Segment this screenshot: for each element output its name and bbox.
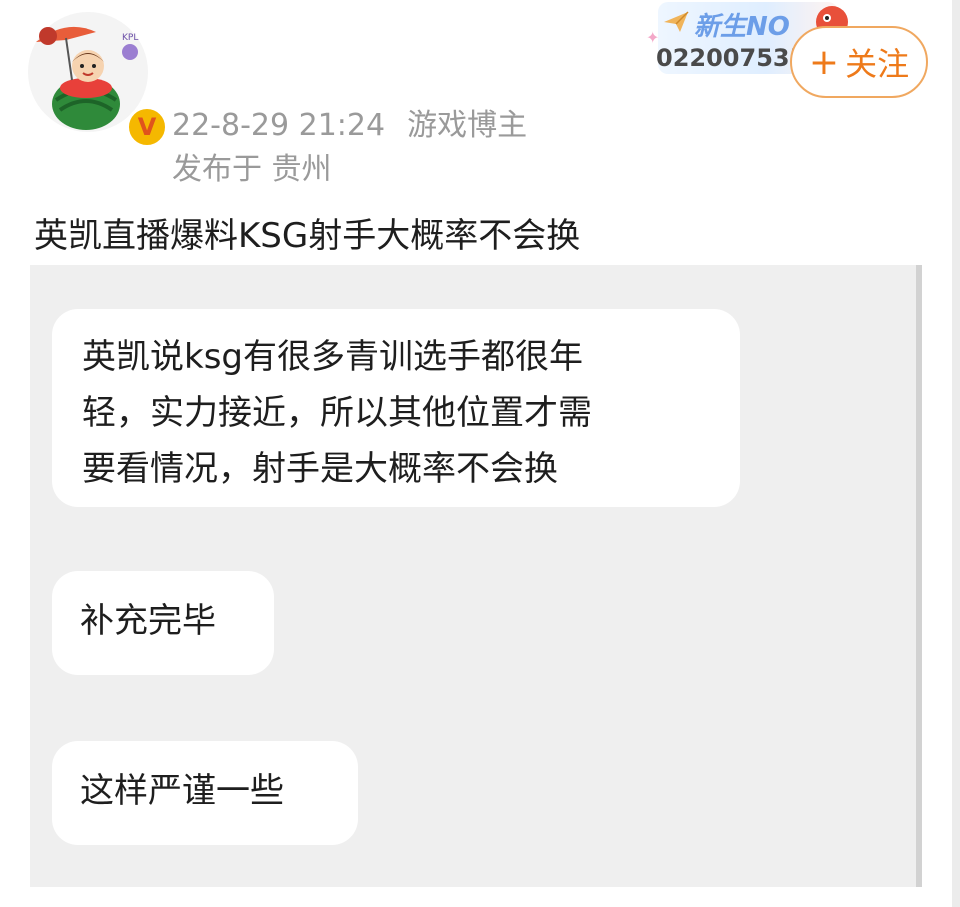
chat-bubble: 这样严谨一些 [52, 741, 358, 845]
post-meta: 22-8-29 21:24 游戏博主 [172, 100, 527, 144]
chat-bubble-line: 这样严谨一些 [80, 771, 284, 811]
chat-bubble-line: 轻，实力接近，所以其他位置才需 [82, 393, 592, 433]
follow-button[interactable]: + 关注 [790, 26, 928, 98]
scroll-edge [952, 0, 960, 907]
fan-badge-number: 022007535 [656, 44, 807, 72]
verified-badge: V [126, 106, 168, 148]
chat-screenshot: 英凯说ksg有很多青训选手都很年 轻，实力接近，所以其他位置才需 要看情况，射手… [30, 265, 922, 887]
fan-badge-title: 新生NO [694, 12, 790, 42]
paper-plane-icon [664, 11, 689, 32]
post-location: 发布于 贵州 [172, 152, 332, 187]
chat-bubble: 补充完毕 [52, 571, 274, 675]
svg-text:KPL: KPL [122, 33, 138, 43]
chat-bubble-line: 补充完毕 [80, 601, 216, 641]
post-title: 英凯直播爆料KSG射手大概率不会换 [34, 216, 581, 256]
plus-icon: + [808, 41, 840, 83]
avatar[interactable]: KPL V [26, 10, 168, 148]
follow-label: 关注 [845, 45, 910, 83]
chat-bubble-line: 要看情况，射手是大概率不会换 [82, 449, 558, 489]
author-role: 游戏博主 [407, 108, 528, 143]
post-header: KPL V 22-8-29 21:24 游戏博主 发布于 贵州 ✦ 新生NO 02… [0, 0, 960, 200]
post-timestamp: 22-8-29 21:24 [172, 108, 386, 143]
chat-bubble: 英凯说ksg有很多青训选手都很年 轻，实力接近，所以其他位置才需 要看情况，射手… [52, 309, 740, 507]
chat-bubble-line: 英凯说ksg有很多青训选手都很年 [82, 337, 583, 377]
